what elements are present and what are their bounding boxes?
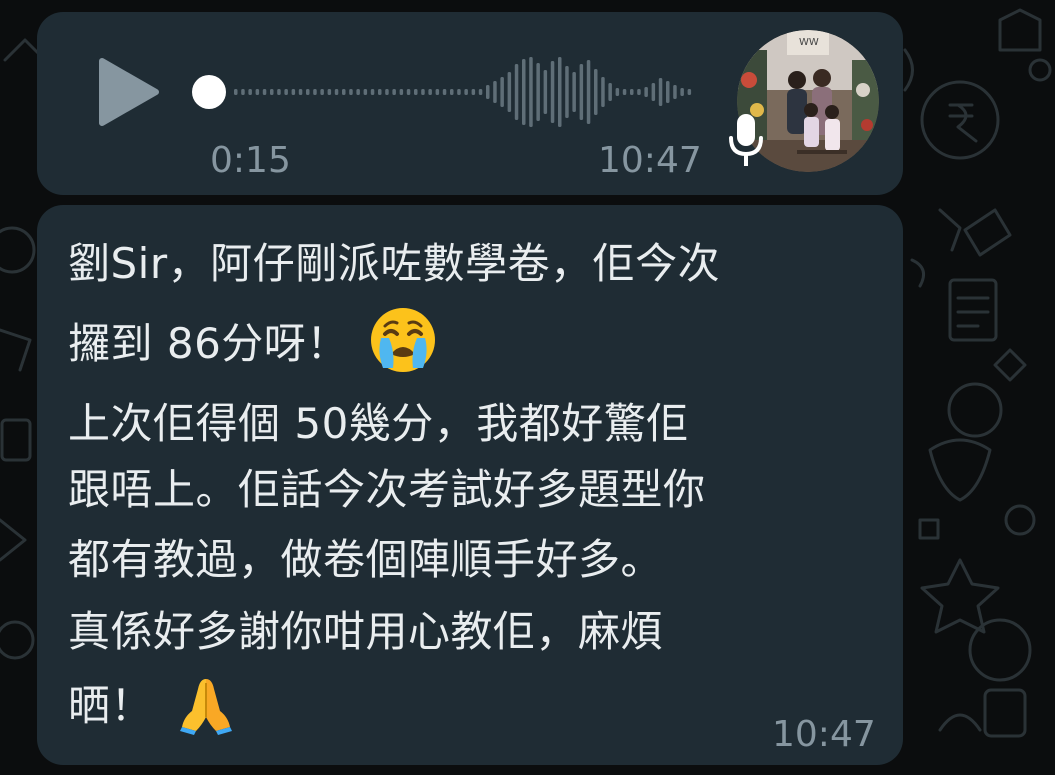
message-time: 10:47 — [772, 714, 876, 755]
waveform-bar — [450, 89, 454, 95]
waveform-bar — [327, 89, 332, 95]
waveform-bar — [313, 89, 317, 95]
waveform-bar — [262, 89, 267, 95]
playback-scrubber — [192, 75, 226, 109]
waveform-bar — [558, 57, 562, 127]
waveform-bar — [363, 89, 368, 95]
waveform-bar — [550, 61, 555, 123]
waveform-bar — [522, 59, 526, 125]
waveform-bar — [601, 77, 605, 107]
waveform-bar — [435, 89, 440, 95]
waveform-bar — [464, 89, 468, 95]
waveform-bar — [248, 89, 252, 95]
waveform-bar — [356, 89, 360, 95]
waveform-bar — [255, 89, 260, 95]
waveform-bar — [378, 89, 382, 95]
message-line-7-text: 晒！ — [68, 681, 154, 730]
waveform-bar — [442, 89, 447, 95]
waveform-bar — [687, 89, 692, 95]
waveform-bar — [392, 89, 396, 95]
waveform-bar — [478, 89, 483, 95]
waveform-bar — [579, 64, 584, 120]
waveform-bar — [586, 60, 591, 124]
waveform-bar — [572, 72, 576, 112]
message-line-1: 劉Sir，阿仔剛派咗數學卷，佢今次 — [68, 239, 721, 288]
message-line-2-text: 攞到 86分呀！ — [68, 319, 349, 368]
waveform-bar — [457, 89, 461, 95]
message-line-4: 跟唔上。佢話今次考試好多題型你 — [68, 465, 706, 514]
waveform-bar — [471, 89, 476, 95]
voice-duration: 0:15 — [210, 140, 291, 181]
waveform-bar — [493, 81, 497, 103]
waveform-bar — [500, 77, 504, 107]
waveform-bar — [666, 81, 670, 103]
message-line-5: 都有教過，做卷個陣順手好多。 — [68, 535, 664, 584]
waveform-bar — [486, 85, 490, 99]
message-line-3: 上次佢得個 50幾分，我都好驚佢 — [68, 399, 689, 448]
waveform-bar — [536, 63, 540, 121]
waveform-bar — [680, 88, 684, 96]
waveform-bar — [241, 89, 245, 95]
waveform-bar — [291, 89, 296, 95]
waveform-bar — [658, 78, 663, 106]
waveform-bar — [644, 87, 648, 97]
loudly-crying-face-emoji — [370, 307, 435, 372]
waveform-bar — [637, 89, 641, 95]
waveform-bar — [651, 83, 656, 101]
waveform-bar — [320, 89, 324, 95]
message-line-7: 晒！ — [68, 672, 237, 735]
message-line-6: 真係好多謝你咁用心教佢，麻煩 — [68, 607, 664, 656]
waveform-bar — [608, 83, 612, 101]
microphone-icon — [729, 114, 763, 166]
waveform-bar — [234, 89, 238, 95]
waveform-bar — [270, 89, 274, 95]
waveform-bar — [385, 89, 389, 95]
waveform-bar — [529, 57, 533, 127]
message-line-2: 攞到 86分呀！ — [68, 307, 439, 376]
waveform-bar — [421, 89, 425, 95]
waveform-bar — [615, 88, 620, 96]
waveform-bar — [399, 89, 404, 95]
waveform-bar — [406, 89, 411, 95]
waveform-bar — [673, 85, 677, 99]
waveform-bar — [277, 89, 281, 95]
voice-message-time: 10:47 — [598, 140, 702, 181]
waveform-bar — [306, 89, 310, 95]
play-icon[interactable] — [98, 57, 160, 127]
waveform-bar — [298, 89, 303, 95]
waveform-bar — [349, 89, 353, 95]
voice-waveform[interactable] — [190, 52, 700, 132]
waveform-bar — [414, 89, 418, 95]
waveform-bar — [342, 89, 346, 95]
waveform-bar — [630, 89, 634, 95]
waveform-bar — [543, 70, 548, 114]
folded-hands-emoji — [179, 678, 232, 735]
waveform-bar — [514, 64, 519, 120]
waveform-bar — [565, 66, 569, 118]
waveform-bar — [507, 72, 512, 112]
waveform-bar — [594, 69, 598, 115]
waveform-bar — [622, 89, 627, 95]
waveform-bar — [284, 89, 288, 95]
svg-text:WW: WW — [799, 37, 819, 48]
waveform-bar — [370, 89, 375, 95]
waveform-bar — [428, 89, 432, 95]
chat-background: 0:15 10:47 WW 劉Sir，阿仔剛派咗數學卷，佢今次 攞到 86分呀！… — [0, 0, 1055, 775]
waveform-bar — [334, 89, 339, 95]
